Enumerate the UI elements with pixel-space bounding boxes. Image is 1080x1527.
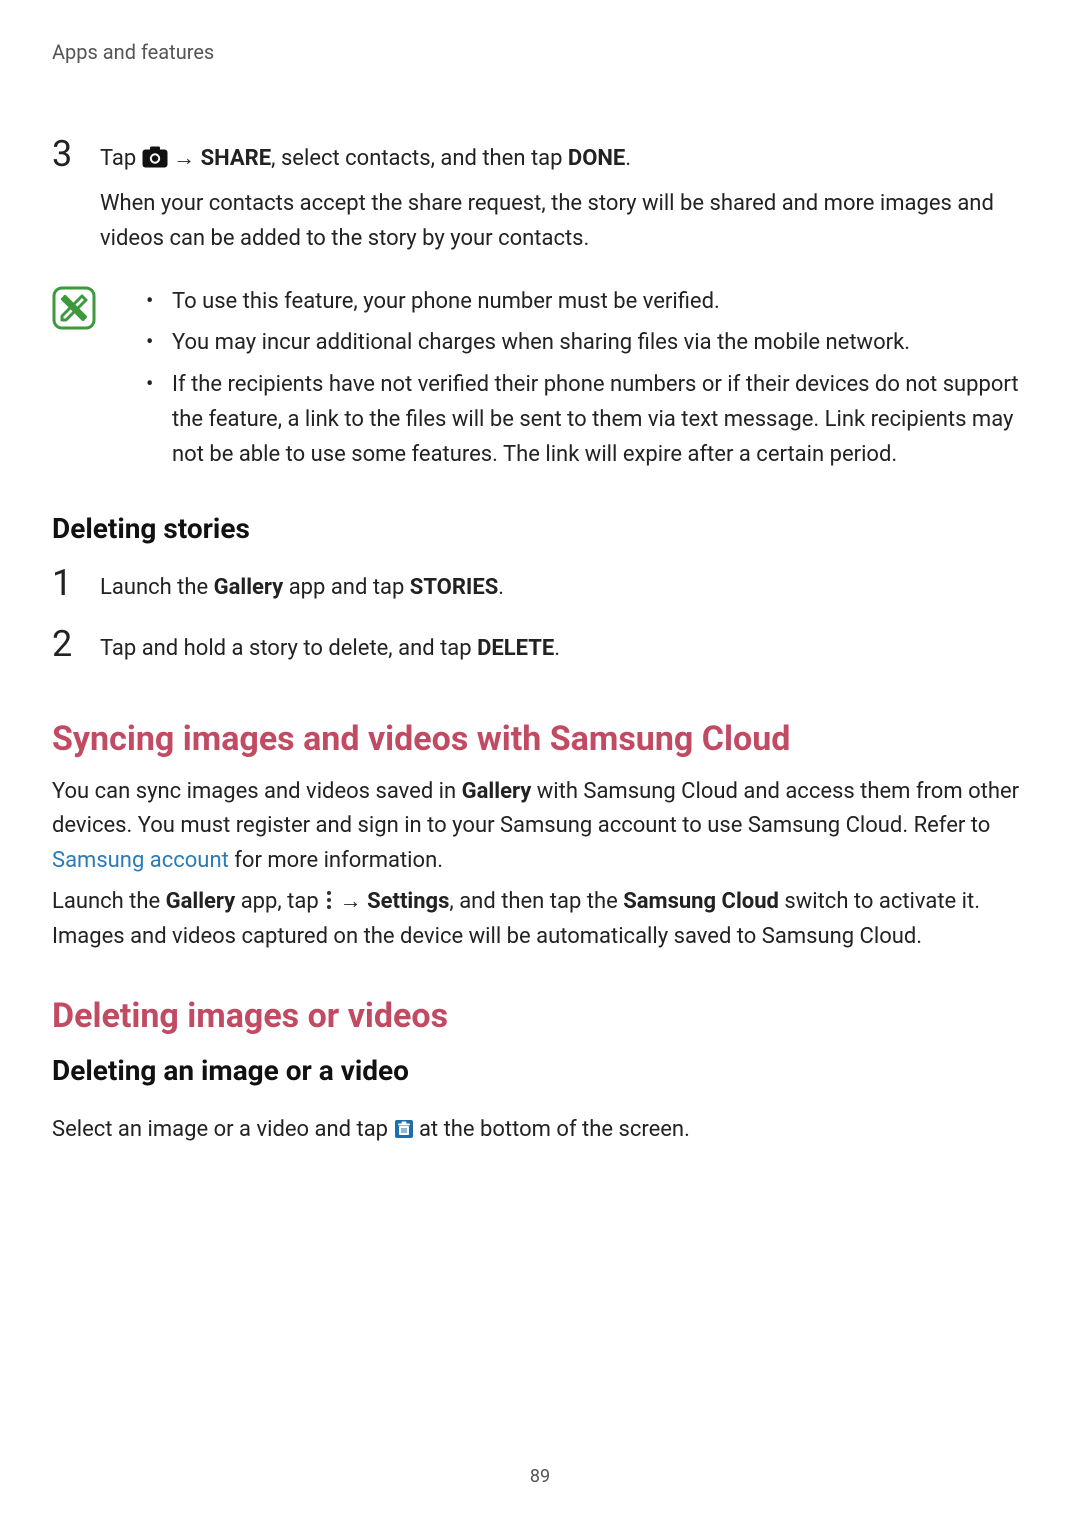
sync-paragraph-2: Launch the Gallery app, tap → Settings, … [52,885,1028,955]
text: Tap [100,146,142,171]
delete-step-2: 2 Tap and hold a story to delete, and ta… [52,632,1028,677]
text: Launch the [100,575,214,600]
text: at the bottom of the screen. [414,1117,690,1142]
text: . [498,575,504,600]
note-item: If the recipients have not verified thei… [146,367,1028,473]
text: → [168,146,201,171]
page-header: Apps and features [52,40,1028,64]
gallery-label: Gallery [166,889,236,914]
note-icon [52,286,96,330]
text: app and tap [283,575,410,600]
done-label: DONE [568,146,625,171]
delete-iv-paragraph: Select an image or a video and tap at th… [52,1113,1028,1148]
delete-icon [394,1116,414,1136]
syncing-heading: Syncing images and videos with Samsung C… [52,719,1028,759]
deleting-iv-subheading: Deleting an image or a video [52,1054,1028,1087]
note-list: To use this feature, your phone number m… [126,284,1028,478]
text: Tap and hold a story to delete, and tap [100,636,477,661]
step-number: 1 [52,565,78,601]
gallery-label: Gallery [462,779,532,804]
deleting-iv-heading: Deleting images or videos [52,996,1028,1036]
sync-paragraph-1: You can sync images and videos saved in … [52,775,1028,879]
step-body: Launch the Gallery app and tap STORIES. [100,571,1028,616]
deleting-stories-heading: Deleting stories [52,512,1028,545]
step-number: 2 [52,626,78,662]
samsung-cloud-label: Samsung Cloud [623,889,779,914]
text: , select contacts, and then tap [271,146,568,171]
text: → [334,889,367,914]
share-label: SHARE [201,146,272,171]
step-3: 3 Tap → SHARE, select contacts, and then… [52,142,1028,266]
text: app, tap [235,889,324,914]
text: . [554,636,560,661]
stories-label: STORIES [410,575,499,600]
text: for more information. [229,848,443,873]
note-item: To use this feature, your phone number m… [146,284,1028,319]
text: You can sync images and videos saved in [52,779,462,804]
text: , and then tap the [449,889,623,914]
more-options-icon [324,887,334,907]
step-body: Tap → SHARE, select contacts, and then t… [100,142,1028,266]
note-block: To use this feature, your phone number m… [52,284,1028,478]
text: When your contacts accept the share requ… [100,187,1028,257]
note-item: You may incur additional charges when sh… [146,325,1028,360]
settings-label: Settings [367,889,449,914]
step-number: 3 [52,136,78,172]
samsung-account-link[interactable]: Samsung account [52,848,229,873]
page-number: 89 [0,1466,1080,1487]
gallery-label: Gallery [214,575,284,600]
camera-icon [142,145,168,167]
text: Select an image or a video and tap [52,1117,394,1142]
delete-step-1: 1 Launch the Gallery app and tap STORIES… [52,571,1028,616]
text: Launch the [52,889,166,914]
text: . [625,146,631,171]
delete-label: DELETE [477,636,554,661]
step-body: Tap and hold a story to delete, and tap … [100,632,1028,677]
